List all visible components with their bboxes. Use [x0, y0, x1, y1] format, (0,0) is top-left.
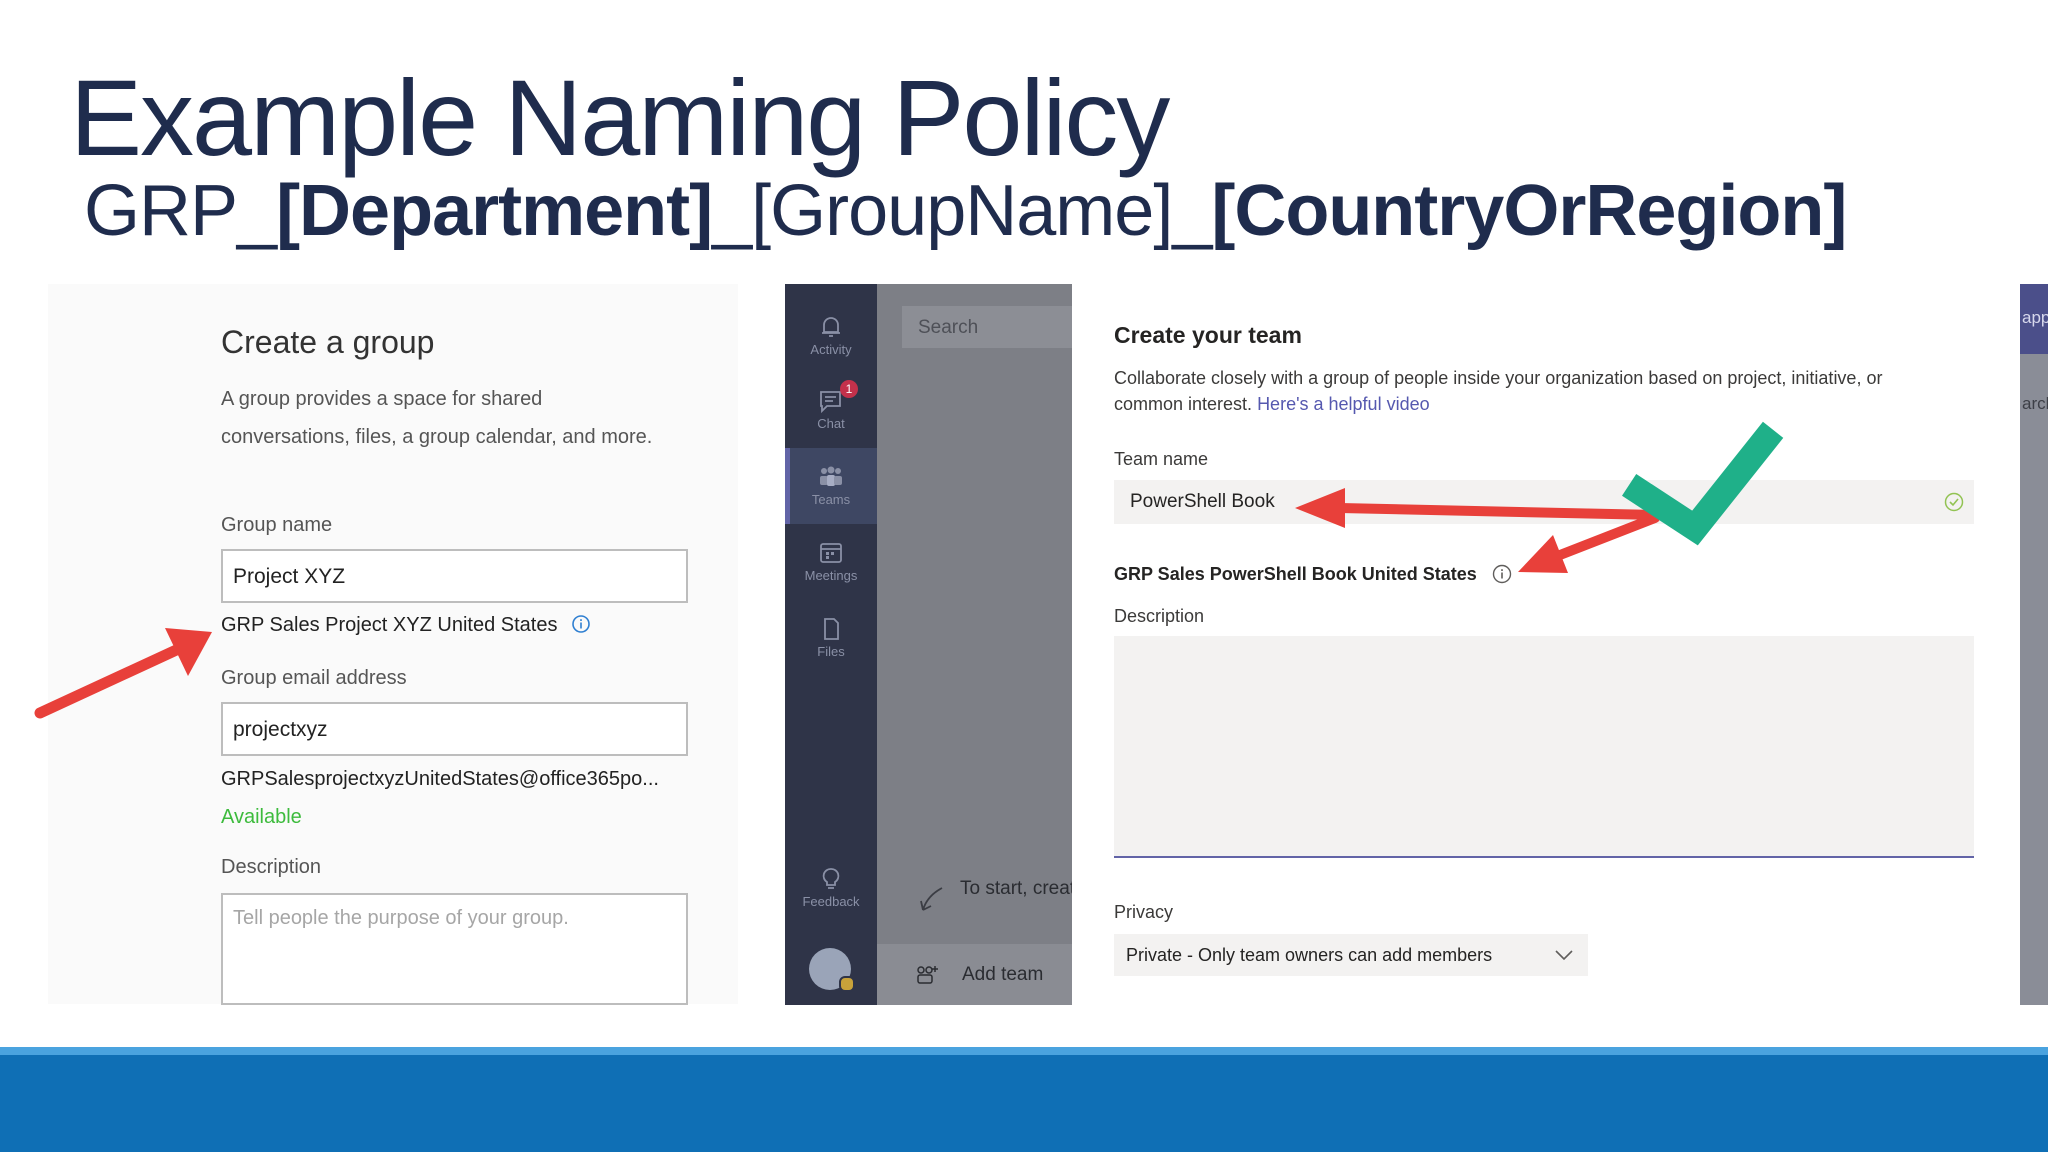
valid-check-icon: [1944, 492, 1964, 512]
rail-label-feedback: Feedback: [802, 894, 860, 909]
rail-label-activity: Activity: [810, 342, 852, 357]
team-name-value: PowerShell Book: [1130, 491, 1275, 512]
group-description-textarea[interactable]: Tell people the purpose of your group.: [221, 893, 688, 1005]
rail-item-meetings[interactable]: Meetings: [785, 540, 877, 583]
group-name-preview-text: GRP Sales Project XYZ United States: [221, 614, 558, 636]
rail-item-activity[interactable]: Activity: [785, 314, 877, 357]
create-team-description-line1: Collaborate closely with a group of peop…: [1114, 368, 1883, 388]
create-team-dialog: Create your team Collaborate closely wit…: [1072, 284, 1992, 1005]
team-description-label: Description: [1114, 606, 1205, 626]
teams-list-pane: Search To start, creat Add team: [877, 284, 1072, 1005]
group-name-label: Group name: [221, 514, 333, 536]
helpful-video-link[interactable]: Here's a helpful video: [1257, 394, 1430, 414]
lightbulb-icon: [822, 868, 840, 889]
file-icon: [824, 618, 839, 640]
search-placeholder: Search: [918, 317, 979, 338]
avatar[interactable]: [809, 948, 855, 992]
app-fragment: app: [2022, 308, 2048, 327]
active-indicator: [785, 448, 790, 524]
background-window-sliver: arch: [2020, 284, 2048, 1005]
info-icon[interactable]: [571, 614, 591, 634]
rail-label-files: Files: [817, 644, 845, 659]
privacy-select[interactable]: Private - Only team owners can add membe…: [1114, 934, 1588, 976]
rail-label-teams: Teams: [811, 492, 851, 507]
rail-item-teams[interactable]: Teams: [785, 448, 877, 524]
team-name-label: Team name: [1114, 449, 1209, 469]
create-group-heading: Create a group: [221, 324, 435, 360]
group-email-label: Group email address: [221, 667, 407, 689]
subtitle-country: [CountryOrRegion]: [1211, 171, 1847, 251]
teams-app-rail: Activity Chat 1 Teams Meetings Files Fee…: [785, 284, 877, 1005]
group-email-input[interactable]: projectxyz: [221, 702, 688, 756]
info-icon[interactable]: [1492, 564, 1512, 584]
rail-label-chat: Chat: [817, 416, 845, 431]
group-description-label: Description: [221, 856, 322, 878]
calendar-icon: [820, 543, 842, 563]
teams-icon: [820, 466, 842, 486]
group-email-preview: GRPSalesprojectxyzUnitedStates@office365…: [221, 768, 659, 790]
slide-subtitle: GRP_[Department]_[GroupName]_[CountryOrR…: [84, 170, 1847, 252]
chat-badge: 1: [840, 380, 858, 398]
create-team-heading: Create your team: [1114, 322, 1302, 348]
chevron-down-icon: [1555, 950, 1573, 961]
group-description-placeholder: Tell people the purpose of your group.: [233, 907, 569, 929]
presence-indicator: [839, 976, 855, 992]
subtitle-prefix: GRP_: [84, 171, 277, 251]
search-box[interactable]: Search: [902, 306, 1072, 348]
privacy-value: Private - Only team owners can add membe…: [1126, 945, 1493, 965]
slide-title: Example Naming Policy: [70, 57, 1170, 178]
create-team-description-line2: common interest. Here's a helpful video: [1114, 394, 1430, 415]
create-group-panel: Create a group A group provides a space …: [48, 284, 738, 1005]
group-name-preview: GRP Sales Project XYZ United States: [221, 614, 591, 637]
create-team-description-prefix: common interest.: [1114, 394, 1258, 414]
team-description-textarea[interactable]: [1114, 636, 1974, 858]
bell-icon: [822, 317, 840, 337]
rail-item-feedback[interactable]: Feedback: [785, 866, 877, 909]
rail-item-chat[interactable]: Chat 1: [785, 380, 877, 431]
rail-item-files[interactable]: Files: [785, 616, 877, 659]
subtitle-groupname: _[GroupName]_: [712, 171, 1212, 251]
subtitle-department: [Department]: [276, 171, 713, 251]
footer-band: [0, 1055, 2048, 1152]
curved-arrow-icon: [920, 887, 943, 911]
rail-label-meetings: Meetings: [804, 568, 858, 583]
get-started-hint: To start, creat: [960, 878, 1072, 899]
create-group-description-line1: A group provides a space for shared: [221, 388, 543, 410]
search-fragment: arch: [2022, 394, 2048, 413]
footer-accent-line: [0, 1047, 2048, 1055]
add-team-label: Add team: [962, 964, 1044, 985]
add-team-icon: [917, 966, 938, 984]
background-window-header: app: [2020, 284, 2048, 354]
availability-status: Available: [221, 806, 302, 828]
group-email-value: projectxyz: [233, 718, 328, 741]
team-name-preview-text: GRP Sales PowerShell Book United States: [1114, 564, 1477, 584]
add-team-button[interactable]: Add team: [877, 944, 1072, 1005]
group-name-value: Project XYZ: [233, 565, 346, 588]
team-name-input[interactable]: PowerShell Book: [1114, 480, 1974, 524]
privacy-label: Privacy: [1114, 902, 1174, 922]
group-name-input[interactable]: Project XYZ: [221, 549, 688, 603]
team-name-preview: GRP Sales PowerShell Book United States: [1114, 564, 1512, 585]
create-group-description-line2: conversations, files, a group calendar, …: [221, 426, 653, 448]
